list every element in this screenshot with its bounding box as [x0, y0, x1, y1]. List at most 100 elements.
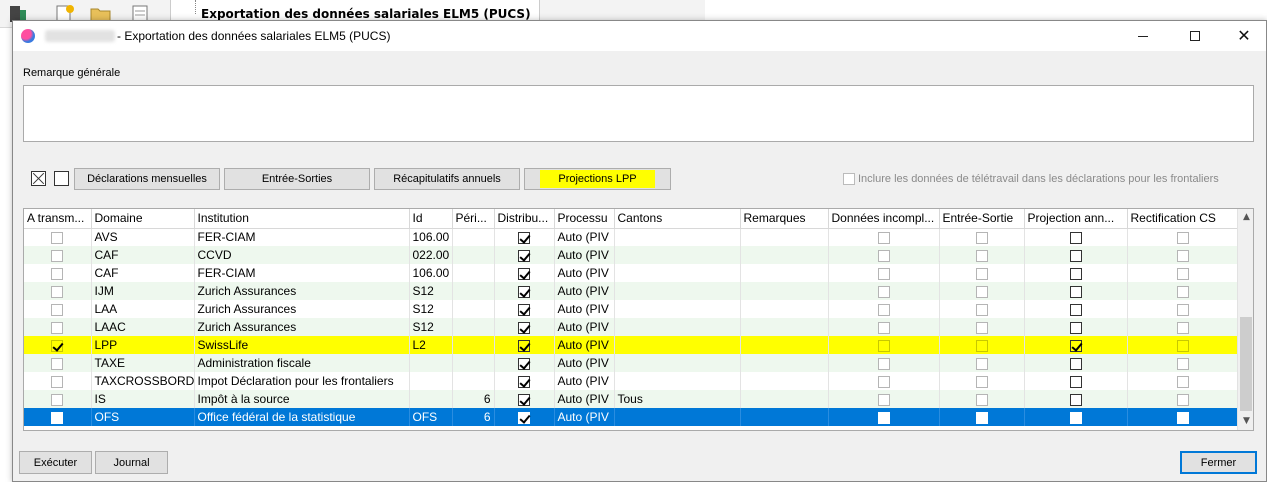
row-checkbox[interactable] — [1069, 357, 1082, 370]
row-checkbox[interactable] — [1176, 321, 1189, 334]
column-header[interactable]: Données incompl... — [828, 209, 940, 229]
execute-button[interactable]: Exécuter — [19, 451, 92, 474]
column-header[interactable]: Remarques — [740, 209, 829, 229]
row-checkbox[interactable] — [1176, 249, 1189, 262]
row-checkbox[interactable] — [1069, 303, 1082, 316]
column-header[interactable]: Domaine — [91, 209, 195, 229]
row-checkbox[interactable] — [975, 393, 988, 406]
table-row[interactable]: AVS FER-CIAM 106.00 Auto (PIV — [24, 228, 1239, 246]
row-checkbox[interactable] — [1069, 411, 1082, 424]
maximize-button[interactable] — [1172, 21, 1218, 51]
row-checkbox[interactable] — [51, 393, 64, 406]
column-header[interactable]: Rectification CS — [1127, 209, 1239, 229]
row-checkbox[interactable] — [51, 249, 64, 262]
deselect-all-checkbox[interactable] — [54, 171, 69, 186]
row-checkbox[interactable] — [518, 393, 530, 406]
row-checkbox[interactable] — [1069, 285, 1082, 298]
close-button[interactable]: Fermer — [1180, 451, 1257, 474]
row-checkbox[interactable] — [877, 411, 890, 424]
row-checkbox[interactable] — [518, 321, 530, 334]
tab-entree-sorties[interactable]: Entrée-Sorties — [224, 168, 370, 190]
table-row[interactable]: IJM Zurich Assurances S12 Auto (PIV — [24, 282, 1239, 300]
row-checkbox[interactable] — [518, 267, 530, 280]
tab-declarations-mensuelles[interactable]: Déclarations mensuelles — [74, 168, 220, 190]
row-checkbox[interactable] — [518, 285, 530, 298]
row-checkbox[interactable] — [1176, 393, 1189, 406]
row-checkbox[interactable] — [975, 249, 988, 262]
row-checkbox[interactable] — [51, 321, 64, 334]
row-checkbox[interactable] — [975, 375, 988, 388]
row-checkbox[interactable] — [877, 357, 890, 370]
row-checkbox[interactable] — [518, 249, 530, 262]
row-checkbox[interactable] — [1069, 339, 1082, 352]
row-checkbox[interactable] — [1176, 375, 1189, 388]
column-header[interactable]: Processu — [554, 209, 615, 229]
tab-projections-lpp[interactable]: Projections LPP — [524, 168, 671, 190]
table-row[interactable]: LAA Zurich Assurances S12 Auto (PIV — [24, 300, 1239, 318]
row-checkbox[interactable] — [1176, 285, 1189, 298]
row-checkbox[interactable] — [51, 232, 64, 245]
table-row[interactable]: TAXE Administration fiscale Auto (PIV — [24, 354, 1239, 372]
column-header[interactable]: Distribu... — [494, 209, 555, 229]
row-checkbox[interactable] — [51, 339, 64, 352]
row-checkbox[interactable] — [877, 232, 890, 245]
table-row[interactable]: TAXCROSSBORDERImpot Déclaration pour les… — [24, 372, 1239, 390]
row-checkbox[interactable] — [877, 375, 890, 388]
select-all-checkbox[interactable] — [31, 171, 46, 186]
row-checkbox[interactable] — [518, 375, 530, 388]
row-checkbox[interactable] — [975, 267, 988, 280]
row-checkbox[interactable] — [1069, 375, 1082, 388]
column-header[interactable]: A transm... — [24, 209, 92, 229]
row-checkbox[interactable] — [51, 285, 64, 298]
row-checkbox[interactable] — [51, 303, 64, 316]
row-checkbox[interactable] — [1176, 339, 1189, 352]
remark-textarea[interactable] — [23, 85, 1254, 142]
row-checkbox[interactable] — [1176, 357, 1189, 370]
scroll-thumb[interactable] — [1240, 317, 1252, 411]
scroll-down-icon[interactable]: ▼ — [1238, 413, 1253, 430]
row-checkbox[interactable] — [975, 285, 988, 298]
row-checkbox[interactable] — [877, 321, 890, 334]
row-checkbox[interactable] — [1069, 321, 1082, 334]
table-row[interactable]: CAF FER-CIAM 106.00 Auto (PIV — [24, 264, 1239, 282]
row-checkbox[interactable] — [877, 285, 890, 298]
row-checkbox[interactable] — [1069, 267, 1082, 280]
row-checkbox[interactable] — [877, 267, 890, 280]
row-checkbox[interactable] — [518, 232, 530, 245]
row-checkbox[interactable] — [877, 339, 890, 352]
column-header[interactable]: Entrée-Sortie — [939, 209, 1025, 229]
column-header[interactable]: Institution — [194, 209, 410, 229]
tree-item[interactable]: Exportation des données salariales ELM5 … — [201, 7, 531, 21]
row-checkbox[interactable] — [975, 232, 988, 245]
row-checkbox[interactable] — [975, 303, 988, 316]
row-checkbox[interactable] — [518, 339, 530, 352]
row-checkbox[interactable] — [518, 303, 530, 316]
row-checkbox[interactable] — [51, 267, 64, 280]
journal-button[interactable]: Journal — [95, 451, 168, 474]
row-checkbox[interactable] — [1069, 232, 1082, 245]
scroll-up-icon[interactable]: ▲ — [1238, 209, 1253, 226]
row-checkbox[interactable] — [1176, 267, 1189, 280]
row-checkbox[interactable] — [975, 321, 988, 334]
row-checkbox[interactable] — [975, 339, 988, 352]
telework-checkbox[interactable] — [843, 173, 855, 185]
table-row[interactable]: IS Impôt à la source 6 Auto (PIV Tous — [24, 390, 1239, 408]
row-checkbox[interactable] — [51, 357, 64, 370]
column-header[interactable]: Projection ann... — [1024, 209, 1128, 229]
row-checkbox[interactable] — [51, 411, 64, 424]
row-checkbox[interactable] — [51, 375, 64, 388]
table-row[interactable]: LAAC Zurich Assurances S12 Auto (PIV — [24, 318, 1239, 336]
row-checkbox[interactable] — [1069, 393, 1082, 406]
tab-recapitulatifs-annuels[interactable]: Récapitulatifs annuels — [374, 168, 520, 190]
row-checkbox[interactable] — [518, 357, 530, 370]
row-checkbox[interactable] — [1176, 411, 1189, 424]
column-header[interactable]: Id — [409, 209, 453, 229]
minimize-button[interactable] — [1120, 21, 1166, 51]
close-window-button[interactable]: ✕ — [1221, 21, 1267, 51]
column-header[interactable]: Péri... — [452, 209, 495, 229]
row-checkbox[interactable] — [877, 393, 890, 406]
table-row[interactable]: LPP SwissLife L2 Auto (PIV — [24, 336, 1239, 354]
row-checkbox[interactable] — [1069, 249, 1082, 262]
row-checkbox[interactable] — [1176, 232, 1189, 245]
table-row[interactable]: CAF CCVD 022.00 Auto (PIV — [24, 246, 1239, 264]
